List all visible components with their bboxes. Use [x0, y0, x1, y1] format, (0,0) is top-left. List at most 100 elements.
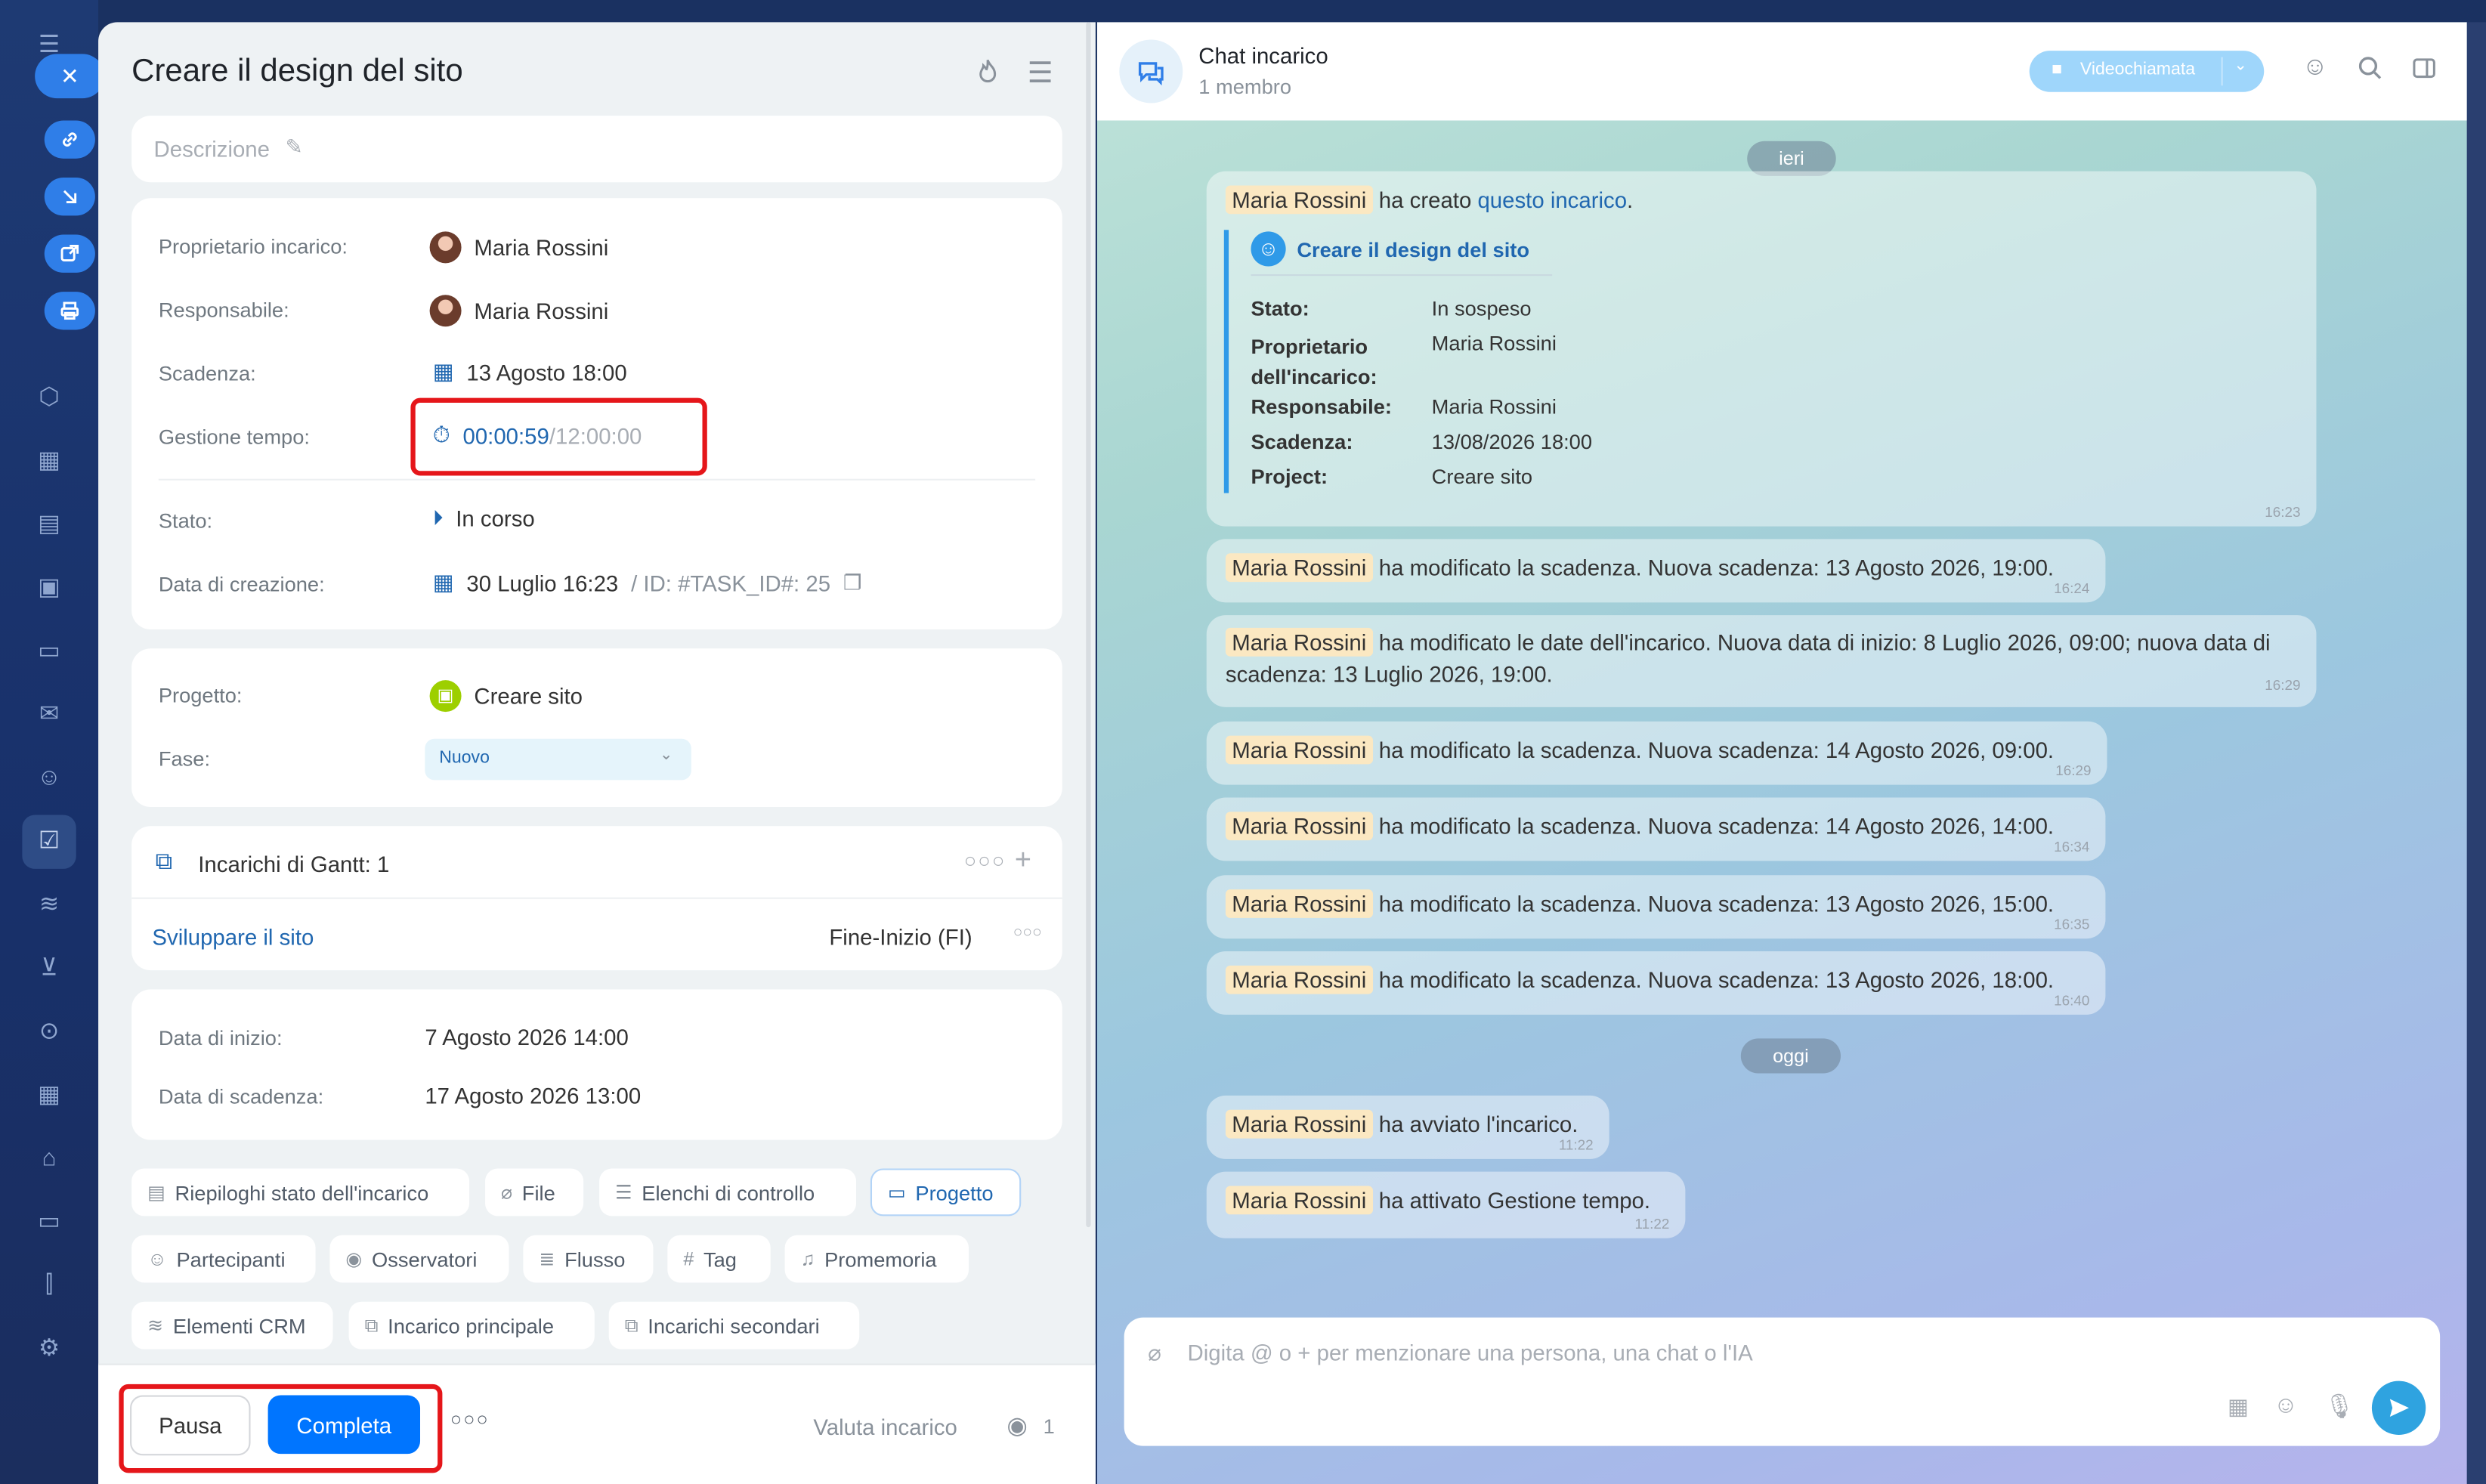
- message: Maria Rossini ha attivato Gestione tempo…: [1206, 1171, 1686, 1238]
- search-icon[interactable]: [2356, 54, 2385, 90]
- flow-icon: ≣: [539, 1247, 555, 1270]
- author-tag[interactable]: Maria Rossini: [1225, 185, 1373, 215]
- chip-participants[interactable]: ☺ Partecipanti: [131, 1235, 316, 1283]
- download-icon[interactable]: [44, 178, 95, 216]
- chip-observers[interactable]: ◉ Osservatori: [329, 1235, 509, 1283]
- avatar: [429, 295, 462, 327]
- message-time: 16:40: [2054, 992, 2090, 1009]
- settings-icon[interactable]: ⚙: [32, 1332, 66, 1367]
- chip-reminders[interactable]: ♫ Promemoria: [784, 1235, 969, 1283]
- project-value[interactable]: ▣ Creare sito: [429, 680, 583, 713]
- sidebar-toggle-icon[interactable]: [2410, 54, 2438, 90]
- crm-icon[interactable]: ≋: [32, 888, 66, 923]
- board-icon[interactable]: ▣: [32, 570, 66, 605]
- chip-tag[interactable]: # Tag: [667, 1235, 771, 1283]
- end-date-label: Data di scadenza:: [158, 1084, 324, 1108]
- eye-icon: ◉: [1006, 1412, 1028, 1440]
- close-button[interactable]: ✕: [35, 54, 105, 99]
- paperclip-icon: ⌀: [501, 1181, 513, 1204]
- add-icon[interactable]: +: [1015, 843, 1031, 876]
- library-icon[interactable]: ⫿: [32, 1269, 66, 1303]
- description-placeholder: Descrizione: [153, 136, 270, 162]
- rate-task-link[interactable]: Valuta incarico: [813, 1414, 957, 1440]
- calendar-icon[interactable]: ▦: [32, 444, 66, 479]
- chip-label: Incarico principale: [388, 1313, 555, 1337]
- dates-card: Data di inizio: 7 Agosto 2026 14:00 Data…: [131, 989, 1062, 1140]
- chevron-down-icon[interactable]: ⌄: [2234, 57, 2247, 75]
- add-member-icon[interactable]: ☺: [2302, 54, 2328, 82]
- owner-value[interactable]: Maria Rossini: [429, 231, 608, 264]
- gantt-item-link[interactable]: Sviluppare il sito: [152, 924, 314, 950]
- documents-icon[interactable]: ▤: [32, 507, 66, 542]
- project-label: Progetto:: [158, 683, 243, 707]
- shop-icon[interactable]: ⊻: [32, 951, 66, 986]
- open-new-window-icon[interactable]: [44, 234, 95, 273]
- summary-icon: ▤: [147, 1181, 165, 1204]
- author-tag[interactable]: Maria Rossini: [1225, 889, 1373, 918]
- task-link[interactable]: questo incarico: [1477, 187, 1627, 213]
- author-tag[interactable]: Maria Rossini: [1225, 627, 1373, 657]
- chat-members[interactable]: 1 membro: [1198, 75, 1291, 98]
- task-panel: Creare il design del sito ☰ Descrizione …: [98, 22, 1096, 1484]
- company-icon[interactable]: ⌂: [32, 1142, 66, 1176]
- author-tag[interactable]: Maria Rossini: [1225, 812, 1373, 841]
- video-call-button[interactable]: ■ Videochiamata ⌄: [2029, 51, 2265, 92]
- chip-crm-elements[interactable]: ≋ Elementi CRM: [131, 1301, 333, 1350]
- chip-checklists[interactable]: ☰ Elenchi di controllo: [599, 1168, 857, 1217]
- paperclip-icon[interactable]: ⌀: [1148, 1340, 1161, 1367]
- fire-icon[interactable]: [973, 57, 1002, 94]
- drive-icon[interactable]: ▭: [32, 634, 66, 669]
- message-input[interactable]: Digita @ o + per menzionare una persona,…: [1188, 1340, 1753, 1365]
- chip-label: Elenchi di controllo: [642, 1180, 815, 1204]
- more-actions-icon[interactable]: ○○○: [450, 1408, 490, 1430]
- scrollbar[interactable]: [1086, 22, 1091, 1228]
- chip-parent-task[interactable]: ⧉ Incarico principale: [348, 1301, 595, 1350]
- copy-link-icon[interactable]: [44, 120, 95, 159]
- message-time: 16:29: [2265, 676, 2301, 693]
- deadline-label: Scadenza:: [158, 361, 256, 385]
- chip-project[interactable]: ▭ Progetto: [870, 1168, 1022, 1217]
- play-status-icon: ⏵: [432, 505, 444, 530]
- message: Maria Rossini ha modificato le date dell…: [1206, 615, 2317, 707]
- phase-select[interactable]: Nuovo ⌄: [425, 738, 691, 781]
- booking-icon[interactable]: ▦: [32, 1078, 66, 1113]
- chip-flow[interactable]: ≣ Flusso: [523, 1235, 654, 1283]
- end-date-value[interactable]: 17 Agosto 2026 13:00: [425, 1083, 641, 1108]
- author-tag[interactable]: Maria Rossini: [1225, 553, 1373, 583]
- author-tag[interactable]: Maria Rossini: [1225, 1186, 1373, 1215]
- message-input-box[interactable]: ⌀ Digita @ o + per menzionare una person…: [1124, 1317, 2441, 1446]
- chip-files[interactable]: ⌀ File: [485, 1168, 584, 1217]
- right-edge: [2466, 22, 2486, 1484]
- mail-icon[interactable]: ✉: [32, 697, 66, 732]
- automation-icon[interactable]: ⊙: [32, 1015, 66, 1050]
- card-task-title[interactable]: Creare il design del sito: [1297, 238, 1529, 261]
- tasks-icon[interactable]: ☑: [32, 824, 66, 859]
- start-date-value[interactable]: 7 Agosto 2026 14:00: [425, 1025, 629, 1050]
- workgroup-icon[interactable]: ⬡: [32, 381, 66, 416]
- more-icon[interactable]: ○○○: [964, 849, 1006, 872]
- apps-grid-icon[interactable]: ▦: [2228, 1393, 2249, 1421]
- deadline-value[interactable]: ▦ 13 Agosto 18:00: [433, 358, 627, 385]
- status-value: ⏵ In corso: [433, 505, 535, 531]
- emoji-icon[interactable]: ☺: [2274, 1392, 2298, 1419]
- start-date-label: Data di inizio:: [158, 1025, 283, 1050]
- menu-icon[interactable]: ☰: [1028, 57, 1053, 91]
- quote-bar: [1223, 230, 1229, 493]
- more-icon[interactable]: ○○○: [1013, 924, 1042, 941]
- sites-icon[interactable]: ▭: [32, 1205, 66, 1240]
- microphone-icon[interactable]: 🎙: [2324, 1392, 2355, 1421]
- print-icon[interactable]: [44, 292, 95, 330]
- copy-icon[interactable]: ❐: [843, 570, 861, 595]
- message-body: ha avviato l'incarico.: [1378, 1111, 1578, 1137]
- author-tag[interactable]: Maria Rossini: [1225, 1109, 1373, 1139]
- contacts-icon[interactable]: ☺: [32, 761, 66, 796]
- send-button[interactable]: [2371, 1380, 2426, 1435]
- author-tag[interactable]: Maria Rossini: [1225, 735, 1373, 765]
- video-call-label: Videochiamata: [2079, 60, 2196, 79]
- chip-status-summaries[interactable]: ▤ Riepiloghi stato dell'incarico: [131, 1168, 470, 1217]
- chip-subtasks[interactable]: ⧉ Incarichi secondari: [608, 1301, 860, 1350]
- calendar-icon: ▦: [432, 358, 454, 384]
- description-field[interactable]: Descrizione ✎: [131, 116, 1062, 183]
- responsible-value[interactable]: Maria Rossini: [429, 295, 608, 327]
- author-tag[interactable]: Maria Rossini: [1225, 965, 1373, 994]
